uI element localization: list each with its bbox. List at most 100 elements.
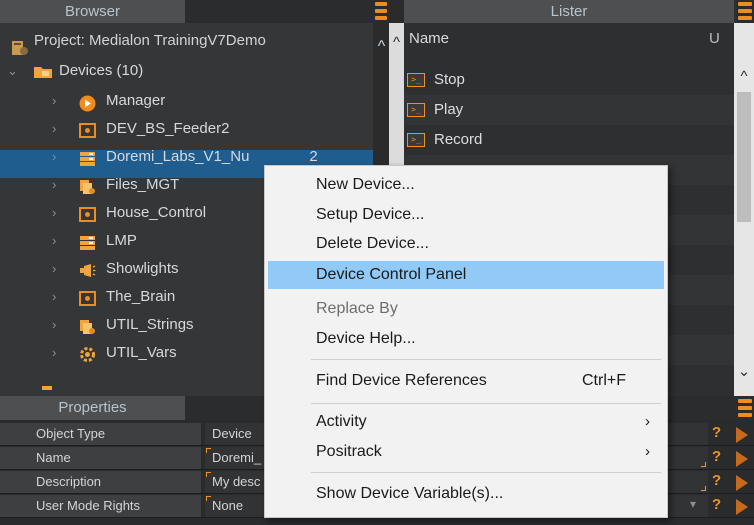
property-name: Object Type [0, 423, 201, 445]
chevron-right-icon: › [645, 443, 650, 460]
tree-item-label: Showlights [106, 260, 179, 277]
menu-item-show-device-variables[interactable]: Show Device Variable(s)... [268, 480, 664, 508]
help-icon[interactable]: ? [712, 472, 721, 489]
column-header-name[interactable]: Name [409, 30, 449, 47]
list-item-label: Record [434, 131, 483, 148]
menu-item-shortcut: Ctrl+F [582, 372, 626, 389]
field-corner-icon [701, 486, 706, 491]
browser-scroll-up-icon[interactable]: ^ [373, 38, 390, 56]
help-icon[interactable]: ? [712, 496, 721, 513]
manager-play-icon [79, 95, 96, 112]
device-stack-icon [80, 236, 95, 250]
menu-item-find-device-references[interactable]: Find Device References Ctrl+F [268, 367, 664, 395]
field-corner-icon [206, 472, 211, 477]
device-box-icon [79, 123, 96, 138]
field-corner-icon [206, 448, 211, 453]
menu-separator [311, 472, 661, 473]
chevron-right-icon[interactable]: › [52, 311, 56, 339]
tree-item-label: House_Control [106, 204, 207, 221]
field-corner-icon [701, 462, 706, 467]
properties-tab[interactable]: Properties [0, 396, 185, 420]
list-item[interactable]: >_ Record [404, 125, 734, 155]
files-icon [80, 180, 95, 194]
menu-item-label: Positrack [316, 443, 382, 460]
chevron-right-icon[interactable]: › [52, 143, 56, 171]
chevron-right-icon[interactable]: › [52, 339, 56, 367]
lister-scroll-up-icon[interactable]: ^ [737, 68, 751, 85]
list-item[interactable]: >_ Play [404, 95, 734, 125]
property-value: My desc [212, 474, 261, 489]
tree-item-label: Files_MGT [106, 176, 180, 193]
chevron-right-icon[interactable]: › [52, 199, 56, 227]
command-icon: >_ [407, 103, 425, 117]
properties-panel-menu-icon[interactable] [736, 396, 754, 420]
strings-icon [80, 320, 95, 334]
tree-item-label: DEV_BS_Feeder2 [106, 120, 230, 137]
command-icon: >_ [407, 133, 425, 147]
context-menu: New Device... Setup Device... Delete Dev… [264, 165, 668, 518]
menu-item-device-control-panel[interactable]: Device Control Panel [268, 261, 664, 289]
tree-item-label: LMP [106, 232, 137, 249]
property-value: None [212, 498, 244, 513]
play-icon[interactable] [736, 475, 748, 491]
tree-row-project[interactable]: Project: Medialon TrainingV7Demo [0, 32, 373, 62]
chevron-right-icon[interactable]: › [52, 227, 56, 255]
folder-icon [34, 67, 52, 78]
property-name: Description [0, 471, 201, 493]
tree-item-label: Manager [106, 92, 166, 109]
browser-tab[interactable]: Browser [0, 0, 185, 23]
menu-item-activity[interactable]: Activity › [268, 408, 664, 436]
play-icon[interactable] [736, 499, 748, 515]
list-item-label: Stop [434, 71, 465, 88]
column-header-u[interactable]: U [709, 30, 720, 47]
lister-scroll-down-icon[interactable]: ⌄ [737, 362, 751, 380]
field-corner-icon [206, 496, 211, 501]
tree-item-label: UTIL_Strings [106, 316, 194, 333]
property-value: Doremi_ [212, 450, 262, 465]
menu-item-new-device[interactable]: New Device... [268, 171, 664, 199]
play-icon[interactable] [736, 451, 748, 467]
tree-item-label: UTIL_Vars [106, 344, 177, 361]
menu-item-replace-by: Replace By [316, 300, 398, 317]
chevron-down-icon[interactable]: ⌄ [7, 57, 18, 85]
folder-icon [42, 386, 52, 390]
menu-item-positrack[interactable]: Positrack › [268, 438, 664, 466]
chevron-right-icon[interactable]: › [52, 87, 56, 115]
lister-header: Name U [404, 23, 734, 53]
lister-tab[interactable]: Lister [404, 0, 734, 23]
lister-scroll-thumb[interactable] [737, 92, 751, 222]
device-stack-icon [80, 152, 95, 166]
chevron-right-icon: › [645, 413, 650, 430]
command-icon: >_ [407, 73, 425, 87]
menu-item-setup-device[interactable]: Setup Device... [268, 201, 664, 229]
list-item-label: Play [434, 101, 464, 118]
chevron-right-icon[interactable]: › [52, 283, 56, 311]
browser-tab-strip [185, 0, 373, 23]
devices-label: Devices (10) [59, 62, 144, 79]
light-icon [80, 264, 96, 277]
chevron-right-icon[interactable]: › [52, 171, 56, 199]
chevron-down-icon[interactable]: ▾ [690, 497, 696, 511]
browser-scroll-up-icon[interactable]: ^ [389, 34, 404, 51]
device-box-icon [79, 291, 96, 306]
play-icon[interactable] [736, 427, 748, 443]
vars-gear-icon [80, 347, 95, 362]
menu-separator [311, 403, 661, 404]
browser-panel-menu-icon[interactable] [373, 0, 389, 23]
tree-item-label: The_Brain [106, 288, 176, 305]
property-name: Name [0, 447, 201, 469]
chevron-right-icon[interactable]: › [52, 115, 56, 143]
chevron-right-icon[interactable]: › [52, 255, 56, 283]
menu-item-delete-device[interactable]: Delete Device... [268, 230, 664, 258]
device-box-icon [79, 207, 96, 222]
project-label: Project: Medialon TrainingV7Demo [34, 32, 266, 49]
help-icon[interactable]: ? [712, 448, 721, 465]
property-name: User Mode Rights [0, 495, 201, 517]
list-item[interactable]: >_ Stop [404, 65, 734, 95]
lister-panel-menu-icon[interactable] [736, 0, 754, 23]
menu-item-device-help[interactable]: Device Help... [268, 325, 664, 353]
menu-item-label: Find Device References [316, 372, 487, 389]
menu-item-label: Activity [316, 413, 367, 430]
menu-separator [311, 359, 661, 360]
help-icon[interactable]: ? [712, 424, 721, 441]
